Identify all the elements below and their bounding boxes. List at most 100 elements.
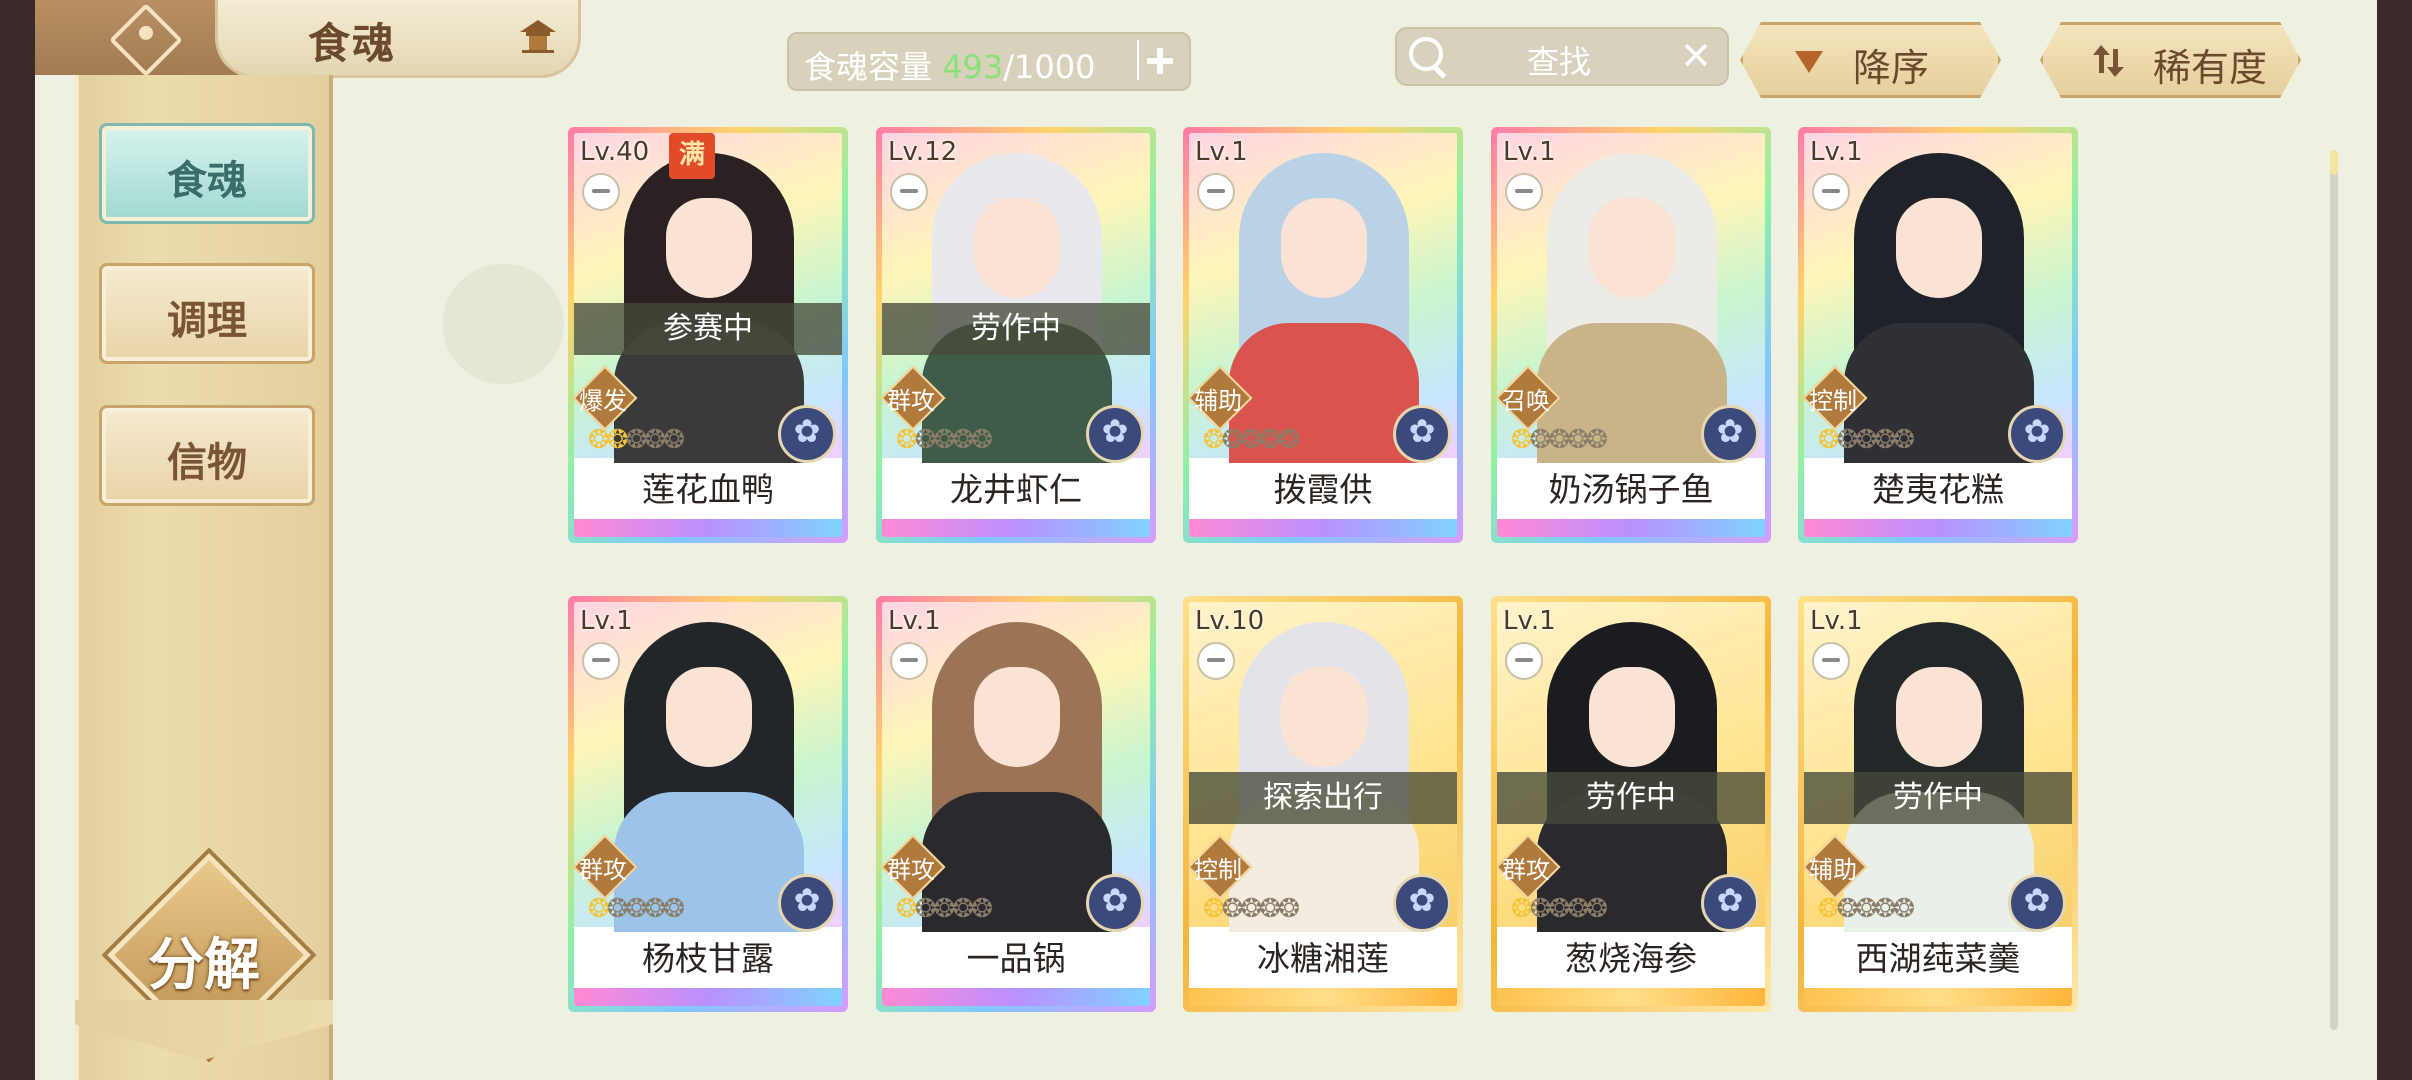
scrollbar-thumb[interactable] [2330, 150, 2338, 175]
card-name: 拨霞供 [1273, 470, 1373, 509]
back-arrow-icon [109, 3, 183, 77]
soul-card[interactable]: Lv.1 劳作中群攻 ❂❂❂❂❂ 葱烧海参 [1491, 596, 1771, 1012]
role-badge: 召唤 [1497, 365, 1561, 431]
role-label: 控制 [1809, 387, 1857, 415]
soul-card[interactable]: Lv.1 控制 ❂❂❂❂❂ 楚夷花糕 [1798, 127, 2078, 543]
element-flower-icon [1701, 405, 1759, 463]
star-icon: ❂ [1529, 425, 1552, 455]
chat-bubble-icon [890, 173, 928, 211]
star-icon: ❂ [1567, 894, 1589, 924]
role-badge: 群攻 [882, 365, 946, 431]
card-name: 莲花血鸭 [642, 470, 774, 509]
element-flower-icon [1701, 874, 1759, 932]
star-rating: ❂❂❂❂❂ [1203, 425, 1300, 455]
card-level: Lv.1 [580, 606, 633, 636]
element-flower-icon [2008, 874, 2066, 932]
element-flower-icon [1086, 874, 1144, 932]
scrollbar[interactable] [2330, 150, 2338, 1030]
chat-bubble-icon [1812, 173, 1850, 211]
card-level: Lv.1 [1810, 137, 1863, 167]
sort-by-button[interactable]: 稀有度 [2040, 22, 2301, 98]
character-portrait [1834, 153, 2044, 463]
character-portrait [604, 622, 814, 932]
element-flower-icon [778, 405, 836, 463]
title-tab: 食魂 [215, 0, 581, 78]
sort-down-icon [1795, 51, 1823, 73]
sidebar-item-cultivate[interactable]: 调理 [99, 263, 315, 364]
star-icon: ❂ [1567, 425, 1589, 455]
star-rating: ❂❂❂❂❂ [1511, 425, 1608, 455]
soul-card[interactable]: Lv.12 劳作中群攻 ❂❂❂❂❂ 龙井虾仁 [876, 127, 1156, 543]
soul-card[interactable]: Lv.1 劳作中辅助 ❂❂❂❂❂ 西湖莼菜羹 [1798, 596, 2078, 1012]
soul-card[interactable]: Lv.10 探索出行控制 ❂❂❂❂❂ 冰糖湘莲 [1183, 596, 1463, 1012]
sort-swap-icon [2093, 45, 2124, 77]
sort-by-label: 稀有度 [2153, 46, 2268, 90]
sort-order-label: 降序 [1853, 46, 1930, 90]
star-icon: ❂ [1874, 894, 1896, 924]
card-name: 龙井虾仁 [950, 470, 1082, 509]
star-icon: ❂ [971, 425, 993, 455]
card-name: 葱烧海参 [1565, 939, 1697, 978]
star-icon: ❂ [1893, 425, 1915, 455]
star-icon: ❂ [914, 425, 937, 455]
star-icon: ❂ [1240, 894, 1263, 924]
card-name: 一品锅 [966, 939, 1066, 978]
star-icon: ❂ [1836, 425, 1859, 455]
star-icon: ❂ [933, 425, 956, 455]
card-level: Lv.1 [1503, 606, 1556, 636]
role-badge: 群攻 [882, 834, 946, 900]
card-level: Lv.1 [888, 606, 941, 636]
add-capacity-icon[interactable] [1137, 40, 1179, 80]
star-icon: ❂ [1893, 894, 1915, 924]
star-icon: ❂ [644, 425, 666, 455]
role-badge: 群攻 [574, 834, 638, 900]
star-icon: ❂ [1855, 894, 1878, 924]
star-icon: ❂ [606, 894, 629, 924]
role-label: 群攻 [1502, 856, 1550, 884]
back-button[interactable] [35, 0, 245, 77]
star-icon: ❂ [1855, 425, 1878, 455]
card-name: 西湖莼菜羹 [1855, 939, 2021, 978]
soul-card[interactable]: Lv.1 群攻 ❂❂❂❂❂ 杨枝甘露 [568, 596, 848, 1012]
role-label: 召唤 [1502, 387, 1550, 415]
chat-bubble-icon [582, 642, 620, 680]
card-level: Lv.40 [580, 137, 650, 167]
decompose-label: 分解 [148, 933, 260, 998]
sort-order-button[interactable]: 降序 [1740, 22, 2001, 98]
soul-card[interactable]: Lv.1 辅助 ❂❂❂❂❂ 拨霞供 [1183, 127, 1463, 543]
clear-icon[interactable]: ✕ [1680, 34, 1712, 78]
home-pavilion-icon[interactable] [518, 18, 558, 54]
card-status: 参赛中 [574, 303, 842, 355]
game-screen: 食魂 食魂容量 493/1000 查找 ✕ 降序 稀有度 食魂 调理 信物 分解… [35, 0, 2377, 1080]
chat-bubble-icon [1197, 642, 1235, 680]
card-level: Lv.12 [888, 137, 958, 167]
role-label: 群攻 [887, 387, 935, 415]
sidebar-item-label: 食魂 [167, 158, 247, 204]
soul-card[interactable]: Lv.1 群攻 ❂❂❂❂❂ 一品锅 [876, 596, 1156, 1012]
soul-card[interactable]: Lv.1 召唤 ❂❂❂❂❂ 奶汤锅子鱼 [1491, 127, 1771, 543]
star-icon: ❂ [1278, 425, 1300, 455]
search-box[interactable]: 查找 ✕ [1395, 27, 1729, 86]
role-label: 辅助 [1194, 387, 1242, 415]
star-icon: ❂ [644, 894, 666, 924]
role-label: 控制 [1194, 856, 1242, 884]
soul-card[interactable]: Lv.40 满参赛中爆发 ❂❂❂❂❂ 莲花血鸭 [568, 127, 848, 543]
capacity-current: 493 [942, 48, 1004, 86]
star-icon: ❂ [1836, 894, 1859, 924]
page-title: 食魂 [308, 19, 397, 68]
star-icon: ❂ [952, 425, 974, 455]
card-name: 冰糖湘莲 [1257, 939, 1389, 978]
role-label: 群攻 [887, 856, 935, 884]
character-portrait [912, 622, 1122, 932]
element-flower-icon [1086, 405, 1144, 463]
sidebar-item-token[interactable]: 信物 [99, 405, 315, 506]
card-status: 探索出行 [1189, 772, 1457, 824]
role-badge: 控制 [1189, 834, 1253, 900]
sidebar-item-soul[interactable]: 食魂 [99, 123, 315, 224]
star-icon: ❂ [1221, 894, 1244, 924]
star-rating: ❂❂❂❂❂ [1818, 425, 1915, 455]
card-level: Lv.1 [1195, 137, 1248, 167]
star-rating: ❂❂❂❂❂ [896, 894, 993, 924]
star-icon: ❂ [914, 894, 937, 924]
search-icon [1409, 37, 1443, 71]
